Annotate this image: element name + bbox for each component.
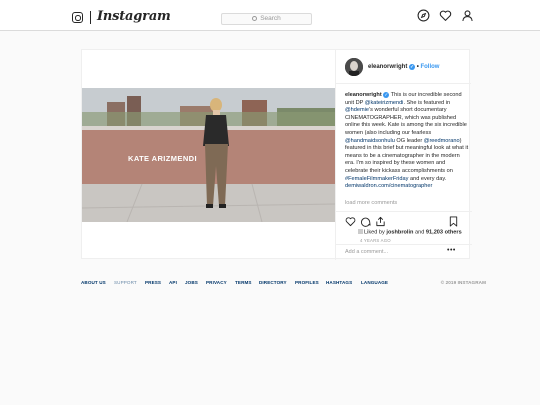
caption-link[interactable]: @handmaidsonhulu — [345, 138, 395, 144]
verified-badge-icon: ✓ — [409, 64, 416, 70]
likes-count[interactable]: 91,203 others — [426, 230, 462, 236]
caption-segment: . She is featured in — [403, 99, 451, 106]
instagram-camera-icon[interactable] — [72, 12, 83, 23]
post-video[interactable]: KATE ARIZMENDI — [82, 88, 335, 222]
avatar-image — [345, 58, 363, 76]
footer-link-directory[interactable]: DIRECTORY — [259, 280, 287, 285]
footer-link-press[interactable]: PRESS — [145, 280, 161, 285]
search-icon — [252, 15, 258, 21]
footer: ABOUT US SUPPORT PRESS API JOBS PRIVACY … — [81, 280, 486, 290]
post-timestamp[interactable]: 4 YEARS AGO — [360, 238, 391, 243]
caption-segment: and every day. — [408, 175, 447, 182]
profile-icon[interactable] — [461, 9, 474, 22]
post-card: KATE ARIZMENDI eleanorwright ✓ • Follow … — [81, 49, 472, 260]
comment-icon[interactable] — [360, 216, 371, 227]
caption-link[interactable]: @reedmorano — [424, 138, 460, 144]
post-header: eleanorwright ✓ • Follow — [336, 50, 471, 84]
footer-link-profiles[interactable]: PROFILES — [295, 280, 319, 285]
footer-link-support[interactable]: SUPPORT — [114, 280, 137, 285]
share-icon[interactable] — [375, 216, 386, 227]
caption-link[interactable]: @kateirizmendi — [365, 100, 404, 106]
search-input[interactable]: Search — [221, 13, 312, 25]
post-image-scene — [82, 88, 335, 222]
comment-bar: Add a comment... ••• — [336, 244, 472, 261]
footer-link-terms[interactable]: TERMS — [235, 280, 252, 285]
liked-by-user[interactable]: joshbrolin — [386, 230, 413, 236]
top-navbar: Instagram Search — [0, 0, 540, 31]
caption-link[interactable]: #FemaleFilmmakerFriday — [345, 176, 408, 182]
footer-link-about-us[interactable]: ABOUT US — [81, 280, 106, 285]
caption-segment: OG leader — [394, 137, 424, 144]
liker-avatar — [358, 229, 363, 234]
caption-link[interactable]: @hdemie — [345, 107, 369, 113]
post-sidebar: eleanorwright ✓ • Follow eleanorwright ✓… — [335, 50, 472, 260]
post-username[interactable]: eleanorwright — [368, 64, 407, 70]
footer-link-jobs[interactable]: JOBS — [185, 280, 198, 285]
instagram-wordmark[interactable]: Instagram — [97, 9, 171, 24]
footer-link-language[interactable]: LANGUAGE — [361, 280, 388, 285]
footer-link-api[interactable]: API — [169, 280, 177, 285]
like-heart-icon[interactable] — [345, 216, 356, 227]
video-overlay-text: KATE ARIZMENDI — [128, 154, 197, 163]
compass-icon[interactable] — [417, 9, 430, 22]
caption-text: This is our incredible second unit DP @k… — [345, 92, 468, 189]
caption-username[interactable]: eleanorwright — [345, 92, 382, 98]
logo-divider — [90, 11, 91, 24]
separator-dot: • — [416, 64, 419, 70]
search-placeholder: Search — [260, 15, 281, 22]
load-more-comments-button[interactable]: load more comments — [345, 200, 397, 206]
follow-button[interactable]: Follow — [420, 64, 439, 70]
add-comment-input[interactable]: Add a comment... — [345, 249, 388, 255]
likes-summary: Liked by joshbrolin and 91,203 others — [358, 229, 462, 236]
more-options-button[interactable]: ••• — [447, 247, 456, 254]
footer-link-privacy[interactable]: PRIVACY — [206, 280, 227, 285]
post-actions: Liked by joshbrolin and 91,203 others 4 … — [336, 211, 472, 260]
caption-link[interactable]: demiwaldron.com/cinematographer — [345, 183, 432, 189]
avatar[interactable] — [345, 58, 363, 76]
likes-mid: and — [415, 229, 425, 236]
save-bookmark-icon[interactable] — [448, 216, 459, 227]
post-caption: eleanorwright ✓ This is our incredible s… — [345, 92, 469, 191]
footer-link-hashtags[interactable]: HASHTAGS — [326, 280, 352, 285]
verified-badge-icon: ✓ — [383, 92, 390, 98]
heart-icon[interactable] — [439, 9, 452, 22]
copyright-text: © 2019 INSTAGRAM — [440, 280, 486, 285]
likes-prefix: Liked by — [364, 229, 385, 236]
